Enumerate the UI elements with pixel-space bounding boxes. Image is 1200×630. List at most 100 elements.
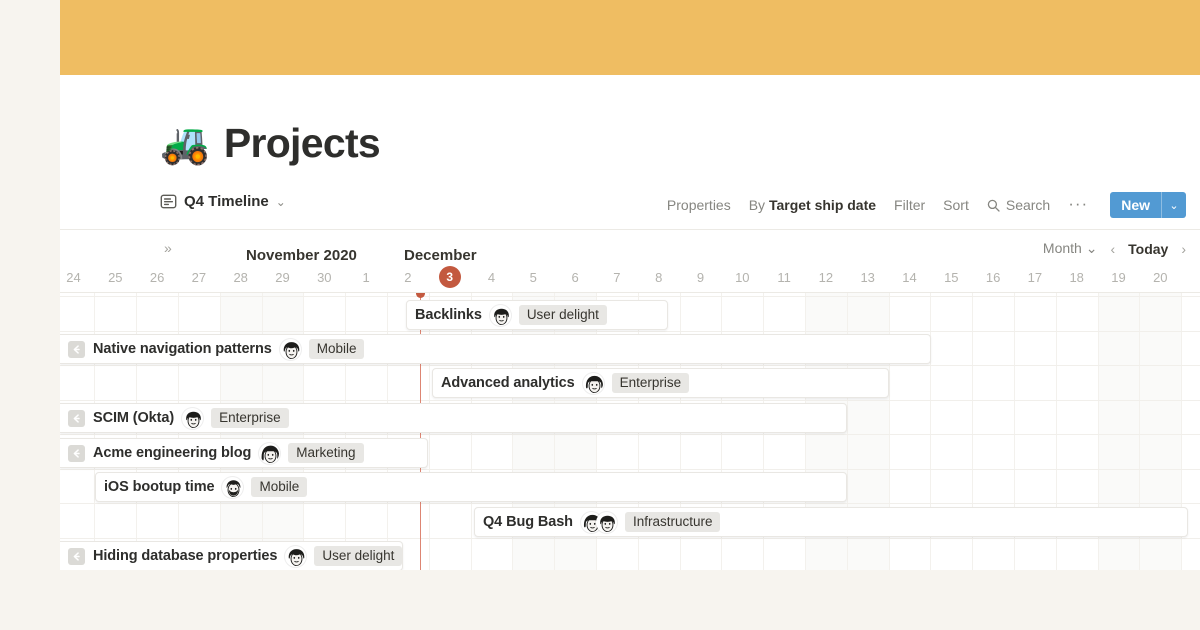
timeline-card[interactable]: Advanced analytics Enterprise bbox=[432, 368, 889, 398]
day-number: 12 bbox=[814, 266, 838, 290]
assignee-avatars[interactable] bbox=[285, 546, 306, 567]
timeline-card[interactable]: iOS bootup time Mobile bbox=[95, 472, 847, 502]
avatar bbox=[182, 408, 203, 429]
status-badge: Mobile bbox=[251, 477, 307, 498]
day-number: 25 bbox=[103, 266, 127, 290]
day-number: 6 bbox=[563, 266, 587, 290]
day-number: 7 bbox=[605, 266, 629, 290]
grid-row-line bbox=[60, 400, 1200, 401]
day-number: 16 bbox=[981, 266, 1005, 290]
zoom-level-label: Month bbox=[1043, 240, 1082, 256]
timeline-view-icon bbox=[160, 193, 177, 210]
day-number: 1 bbox=[354, 266, 378, 290]
grid-row-line bbox=[60, 331, 1200, 332]
day-number: 8 bbox=[647, 266, 671, 290]
timeline-card[interactable]: Hiding database properties User delight bbox=[60, 541, 403, 570]
day-number: 29 bbox=[271, 266, 295, 290]
view-selector[interactable]: Q4 Timeline ⌄ bbox=[160, 193, 286, 210]
page-title[interactable]: Projects bbox=[224, 120, 380, 167]
search-icon bbox=[987, 199, 1000, 212]
calendar-nav: Month ⌄ ‹ Today › bbox=[1043, 240, 1186, 257]
filter-button[interactable]: Filter bbox=[894, 197, 925, 213]
month-label: December bbox=[404, 247, 477, 264]
search-button[interactable]: Search bbox=[987, 197, 1050, 213]
assignee-avatars[interactable] bbox=[222, 477, 243, 498]
day-number: 14 bbox=[898, 266, 922, 290]
sort-by-value: Target ship date bbox=[769, 197, 876, 213]
status-badge: User delight bbox=[519, 305, 607, 326]
day-number: 4 bbox=[480, 266, 504, 290]
arrow-left-icon[interactable] bbox=[68, 341, 85, 358]
card-title: Acme engineering blog bbox=[93, 445, 251, 461]
calendar-header: » November 2020December Month ⌄ ‹ Today … bbox=[60, 230, 1200, 292]
day-number-row: 2425262728293012345678910111213141516171… bbox=[60, 266, 1200, 290]
page-cover-banner bbox=[60, 0, 1200, 75]
status-badge: Infrastructure bbox=[625, 512, 721, 533]
day-number: 17 bbox=[1023, 266, 1047, 290]
timeline-card[interactable]: Acme engineering blogMarketing bbox=[60, 438, 428, 468]
next-period-button[interactable]: › bbox=[1181, 241, 1186, 257]
month-label: November 2020 bbox=[246, 247, 357, 264]
timeline-card[interactable]: Backlinks User delight bbox=[406, 300, 668, 330]
assignee-avatars[interactable] bbox=[581, 512, 617, 533]
status-badge: Enterprise bbox=[612, 373, 690, 394]
chevron-down-icon: ⌄ bbox=[1086, 240, 1098, 256]
card-title: SCIM (Okta) bbox=[93, 410, 174, 426]
day-number: 5 bbox=[521, 266, 545, 290]
more-options-button[interactable]: ··· bbox=[1068, 195, 1088, 212]
day-number: 11 bbox=[772, 266, 796, 290]
card-title: iOS bootup time bbox=[104, 479, 214, 495]
status-badge: Enterprise bbox=[211, 408, 289, 429]
grid-row-line bbox=[60, 434, 1200, 435]
avatar bbox=[490, 305, 511, 326]
card-title: Advanced analytics bbox=[441, 375, 575, 391]
today-button[interactable]: Today bbox=[1128, 241, 1168, 257]
assignee-avatars[interactable] bbox=[182, 408, 203, 429]
tractor-icon: 🚜 bbox=[160, 124, 210, 164]
chevron-down-icon[interactable]: ⌄ bbox=[1162, 192, 1186, 218]
sort-by-button[interactable]: By Target ship date bbox=[749, 197, 876, 213]
grid-row-line bbox=[60, 503, 1200, 504]
assignee-avatars[interactable] bbox=[583, 373, 604, 394]
arrow-left-icon[interactable] bbox=[68, 548, 85, 565]
arrow-left-icon[interactable] bbox=[68, 445, 85, 462]
grid-row-line bbox=[60, 365, 1200, 366]
arrow-left-icon[interactable] bbox=[68, 410, 85, 427]
assignee-avatars[interactable] bbox=[490, 305, 511, 326]
prev-period-button[interactable]: ‹ bbox=[1110, 241, 1115, 257]
day-number: 2 bbox=[396, 266, 420, 290]
avatar bbox=[583, 373, 604, 394]
timeline-card[interactable]: Q4 Bug BashInfrastructure bbox=[474, 507, 1188, 537]
timeline-card[interactable]: Native navigation patternsMobile bbox=[60, 334, 931, 364]
sort-by-prefix: By bbox=[749, 197, 765, 213]
grid-row-line bbox=[60, 538, 1200, 539]
day-number: 27 bbox=[187, 266, 211, 290]
avatar bbox=[280, 339, 301, 360]
avatar bbox=[596, 512, 617, 533]
search-label: Search bbox=[1006, 197, 1050, 213]
card-title: Backlinks bbox=[415, 307, 482, 323]
view-name-label: Q4 Timeline bbox=[184, 193, 269, 210]
card-title: Hiding database properties bbox=[93, 548, 277, 564]
sort-button[interactable]: Sort bbox=[943, 197, 969, 213]
day-number: 10 bbox=[730, 266, 754, 290]
zoom-level-button[interactable]: Month ⌄ bbox=[1043, 240, 1098, 257]
day-number: 20 bbox=[1148, 266, 1172, 290]
grid-row-line bbox=[60, 296, 1200, 297]
page-header: 🚜 Projects Q4 Timeline ⌄ Properties By T… bbox=[60, 75, 1200, 230]
notion-timeline-app: 🚜 Projects Q4 Timeline ⌄ Properties By T… bbox=[60, 0, 1200, 570]
properties-button[interactable]: Properties bbox=[667, 197, 731, 213]
day-number: 26 bbox=[145, 266, 169, 290]
day-number: 9 bbox=[689, 266, 713, 290]
day-number: 13 bbox=[856, 266, 880, 290]
status-badge: Mobile bbox=[309, 339, 365, 360]
avatar bbox=[285, 546, 306, 567]
assignee-avatars[interactable] bbox=[280, 339, 301, 360]
new-button[interactable]: New ⌄ bbox=[1110, 192, 1186, 218]
timeline-card[interactable]: SCIM (Okta) Enterprise bbox=[60, 403, 847, 433]
timeline-grid[interactable]: Backlinks User delight Native navigation p… bbox=[60, 293, 1200, 570]
day-number: 24 bbox=[62, 266, 86, 290]
avatar bbox=[259, 443, 280, 464]
status-badge: User delight bbox=[314, 546, 402, 567]
assignee-avatars[interactable] bbox=[259, 443, 280, 464]
